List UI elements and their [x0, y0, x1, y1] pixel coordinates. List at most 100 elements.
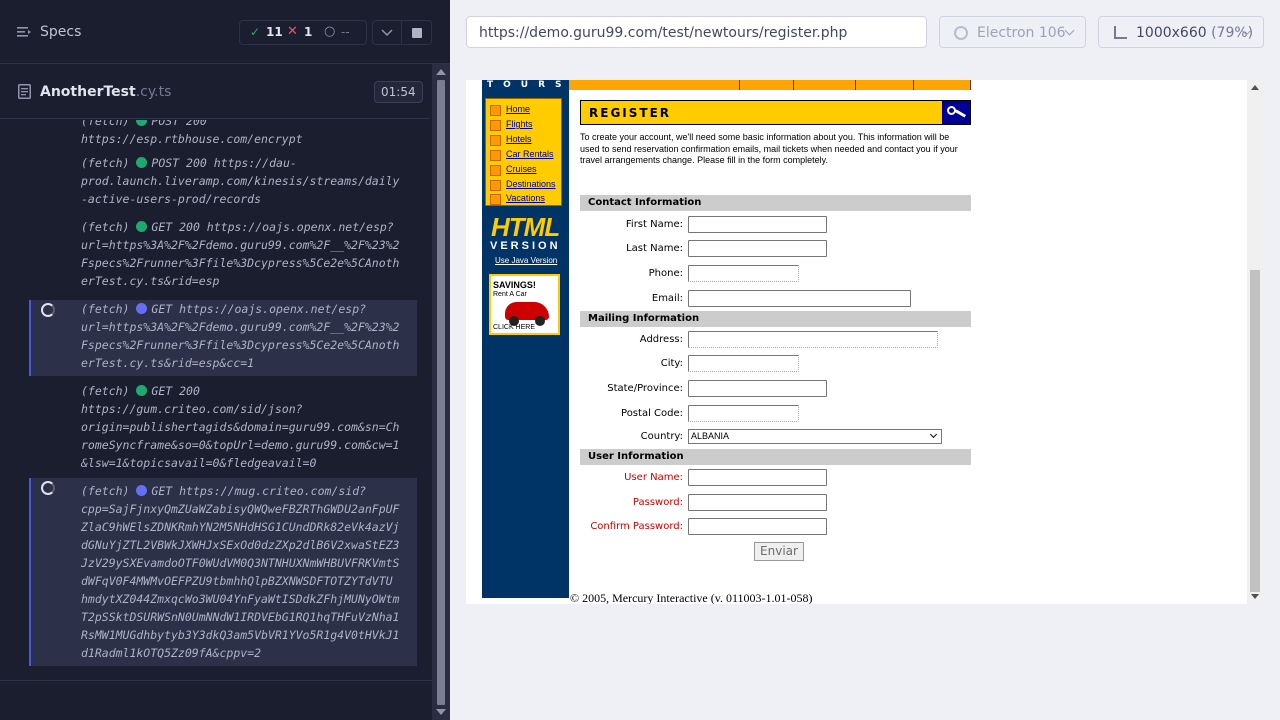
- command-prefix: (fetch): [81, 120, 130, 128]
- bullet-icon: [490, 165, 501, 176]
- command-log-item[interactable]: (fetch) POST 200 https://esp.rtbhouse.co…: [29, 120, 417, 156]
- state-input[interactable]: [688, 380, 827, 397]
- bullet-icon: [490, 105, 501, 116]
- nav-item-hotels[interactable]: Hotels: [486, 133, 563, 148]
- failed-x-icon: ✕: [287, 24, 298, 39]
- address-label: Address:: [639, 334, 683, 345]
- car-rental-ad[interactable]: SAVINGS! Rent A Car CLICK HERE: [489, 274, 560, 335]
- command-prefix: (fetch): [81, 302, 130, 316]
- command-log-item[interactable]: (fetch) POST 200 https://dau- prod.launc…: [29, 154, 417, 218]
- status-success-icon: [136, 221, 148, 232]
- status-pending-icon: [136, 485, 148, 496]
- command-log-scrollbar[interactable]: [432, 64, 450, 720]
- last-name-input[interactable]: [688, 240, 827, 257]
- submit-button[interactable]: Enviar: [754, 542, 804, 561]
- scroll-down-arrow-icon[interactable]: [1251, 594, 1259, 599]
- first-name-input[interactable]: [688, 216, 827, 233]
- command-text: (fetch) GET 200 https://oajs.openx.net/e…: [81, 218, 400, 290]
- postal-code-input[interactable]: [688, 405, 799, 422]
- nav-item-vacations[interactable]: Vacations: [486, 192, 563, 207]
- specs-header: Specs ✓ 11 ✕ 1 ○ --: [0, 0, 450, 64]
- aut-scrollbar[interactable]: [1247, 80, 1263, 604]
- command-prefix: (fetch): [81, 384, 130, 398]
- city-input[interactable]: [688, 355, 799, 372]
- spec-duration: 01:54: [374, 81, 423, 103]
- viewport-info[interactable]: 1000x660 (79%): [1098, 16, 1264, 48]
- confirm-password-input[interactable]: [688, 518, 827, 535]
- status-pending-icon: [136, 303, 148, 314]
- html-logo-text: HTML: [491, 212, 560, 242]
- top-nav-cell[interactable]: [793, 80, 855, 90]
- nav-link[interactable]: Vacations: [506, 193, 545, 203]
- command-log-item-pending[interactable]: (fetch) GET https://oajs.openx.net/esp? …: [29, 300, 417, 376]
- ad-subtitle: Rent A Car: [493, 291, 527, 298]
- command-log-item[interactable]: (fetch) GET 200 https://gum.criteo.com/s…: [29, 382, 417, 476]
- section-mailing: Mailing Information: [580, 311, 971, 327]
- scroll-down-arrow-icon[interactable]: [436, 709, 446, 715]
- nav-link[interactable]: Destinations: [506, 179, 556, 189]
- spec-file-bar: AnotherTest.cy.ts 01:54: [0, 65, 430, 119]
- country-select[interactable]: ALBANIA: [688, 429, 942, 444]
- state-label: State/Province:: [607, 383, 683, 394]
- command-prefix: (fetch): [81, 156, 130, 170]
- status-success-icon: [136, 157, 148, 168]
- address-input[interactable]: [688, 331, 938, 348]
- nav-link[interactable]: Car Rentals: [506, 149, 554, 159]
- confirm-password-label: Confirm Password:: [590, 521, 683, 532]
- country-label: Country:: [640, 431, 683, 442]
- scrollbar-thumb[interactable]: [437, 80, 445, 705]
- scroll-up-arrow-icon[interactable]: [436, 69, 446, 75]
- html-version-badge: HTML VERSION Use Java Version: [482, 212, 569, 272]
- register-header: REGISTER: [580, 100, 971, 125]
- top-nav-cell[interactable]: [855, 80, 913, 90]
- password-input[interactable]: [688, 494, 827, 511]
- command-log-item-pending[interactable]: (fetch) GET https://mug.criteo.com/sid? …: [29, 478, 417, 666]
- nav-link[interactable]: Hotels: [506, 134, 532, 144]
- top-nav-strip: [569, 80, 971, 90]
- nav-item-cruises[interactable]: Cruises: [486, 163, 563, 178]
- stop-button[interactable]: [402, 20, 432, 45]
- nav-link[interactable]: Cruises: [506, 164, 537, 174]
- passed-count: 11: [266, 25, 283, 39]
- nav-item-destinations[interactable]: Destinations: [486, 178, 563, 193]
- command-detail: GET https://mug.criteo.com/sid? cpp=SajF…: [81, 484, 400, 660]
- section-user: User Information: [580, 449, 971, 465]
- chevron-down-icon: [381, 29, 393, 37]
- command-prefix: (fetch): [81, 484, 130, 498]
- phone-input[interactable]: [688, 265, 799, 282]
- spec-file-basename: AnotherTest: [40, 84, 136, 100]
- specs-label[interactable]: Specs: [40, 24, 81, 40]
- java-version-link[interactable]: Use Java Version: [495, 256, 557, 265]
- scroll-up-arrow-icon[interactable]: [1251, 85, 1259, 90]
- city-label: City:: [660, 358, 683, 369]
- status-success-icon: [136, 120, 148, 126]
- tours-nav-menu: Home Flights Hotels Car Rentals Cruises …: [485, 98, 562, 206]
- email-label: Email:: [651, 293, 683, 304]
- nav-link[interactable]: Flights: [506, 119, 533, 129]
- chevron-down-icon: [929, 430, 938, 439]
- specs-list-icon[interactable]: [17, 26, 32, 38]
- nav-item-car-rentals[interactable]: Car Rentals: [486, 148, 563, 163]
- aut-url-bar[interactable]: https://demo.guru99.com/test/newtours/re…: [466, 16, 927, 48]
- command-detail: GET 200 https://oajs.openx.net/esp? url=…: [81, 220, 400, 288]
- bullet-icon: [490, 135, 501, 146]
- command-log-item[interactable]: (fetch) GET 200 https://oajs.openx.net/e…: [29, 218, 417, 300]
- phone-label: Phone:: [648, 268, 683, 279]
- command-prefix: (fetch): [81, 220, 130, 234]
- top-nav-cell[interactable]: [913, 80, 971, 90]
- top-nav-cell[interactable]: [739, 80, 793, 90]
- nav-item-home[interactable]: Home: [486, 103, 563, 118]
- scrollbar-thumb[interactable]: [1250, 270, 1260, 592]
- nav-item-flights[interactable]: Flights: [486, 118, 563, 133]
- browser-selector[interactable]: Electron 106: [939, 16, 1086, 48]
- status-success-icon: [136, 385, 148, 396]
- nav-link[interactable]: Home: [506, 104, 530, 114]
- email-input[interactable]: [688, 290, 911, 307]
- username-input[interactable]: [688, 469, 827, 486]
- section-contact: Contact Information: [580, 195, 971, 211]
- runner-options-button[interactable]: [372, 20, 402, 45]
- aut-panel: https://demo.guru99.com/test/newtours/re…: [450, 0, 1280, 720]
- loading-spinner-icon: [41, 303, 55, 317]
- username-label: User Name:: [624, 472, 683, 483]
- spec-file-name[interactable]: AnotherTest.cy.ts: [40, 84, 171, 100]
